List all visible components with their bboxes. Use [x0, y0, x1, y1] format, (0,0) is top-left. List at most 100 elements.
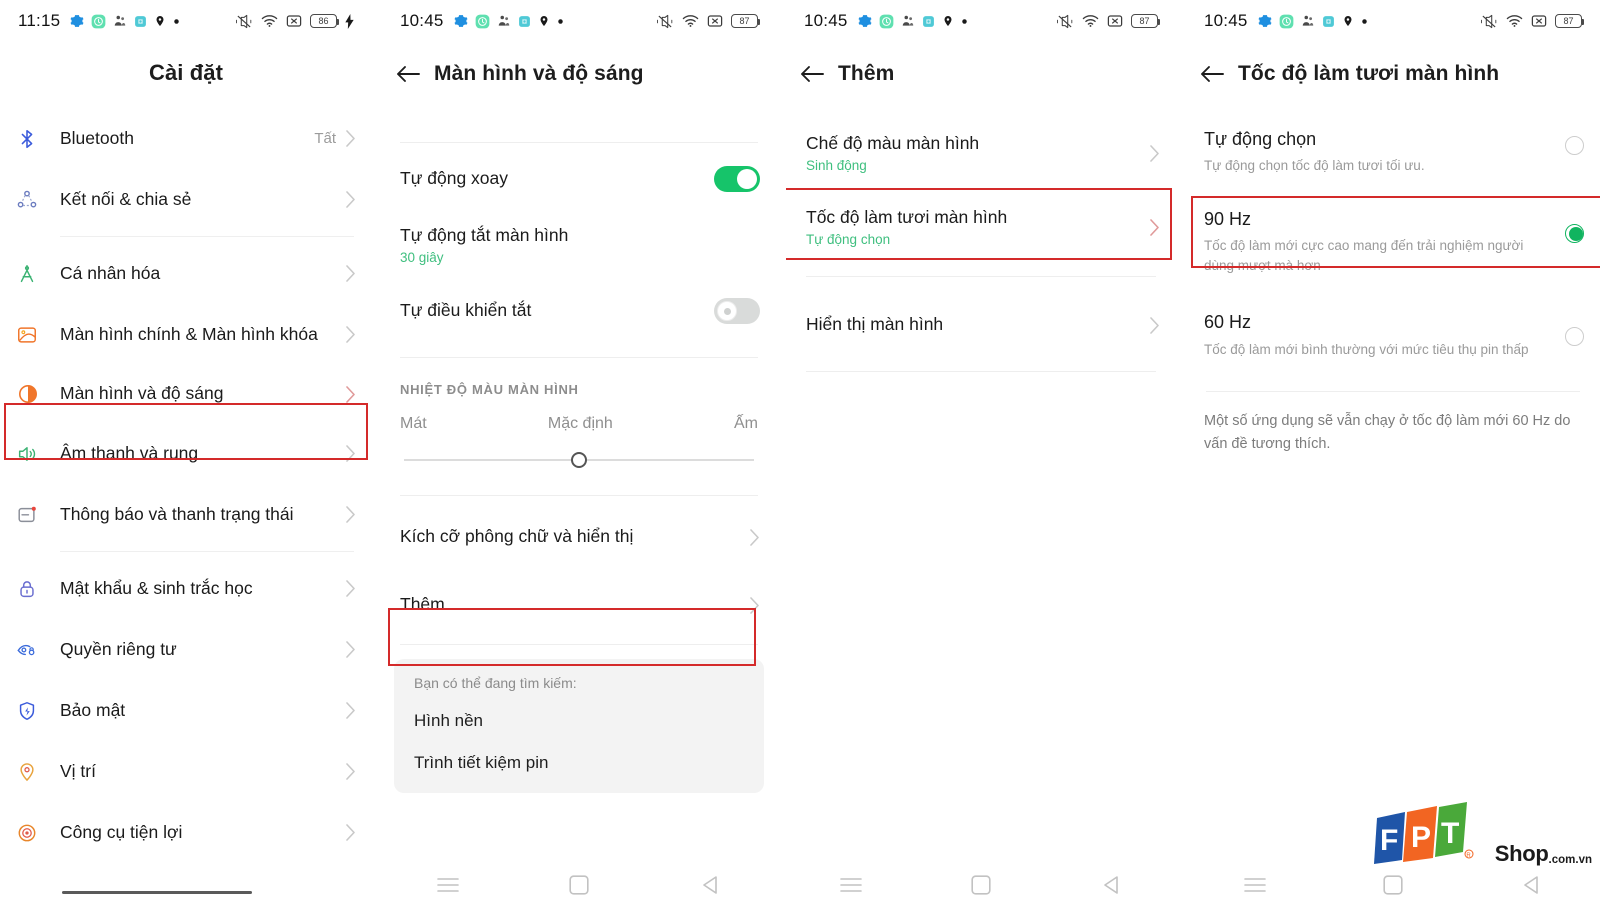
sidebar-item-personalization[interactable]: Cá nhân hóa — [0, 243, 372, 304]
battery-level: 87 — [739, 16, 750, 26]
option-desc: Tự động chọn tốc độ làm tươi tối ưu. — [1204, 158, 1425, 174]
bluetooth-value: Tất — [314, 130, 336, 147]
recents-button[interactable] — [418, 865, 478, 905]
radio-60hz[interactable] — [1565, 327, 1584, 347]
mute-icon — [1480, 14, 1498, 29]
scroll-indicator[interactable] — [62, 891, 252, 894]
recents-button[interactable] — [821, 865, 881, 905]
status-left-icons — [1258, 14, 1368, 29]
slider-label-default: Mặc định — [547, 415, 613, 432]
sidebar-item-privacy[interactable]: Quyền riêng tư — [0, 619, 372, 680]
svg-text:R: R — [1466, 853, 1471, 859]
privacy-eye-icon — [16, 639, 60, 661]
option-title: 90 Hz — [1204, 208, 1252, 229]
row-screen-color-mode[interactable]: Chế độ màu màn hình Sinh động — [786, 116, 1176, 190]
row-auto-off[interactable]: Tự điều khiển tắt — [382, 279, 776, 343]
slider-label-warm: Ấm — [734, 415, 758, 432]
back-nav-button[interactable] — [680, 865, 740, 905]
color-temp-slider[interactable] — [404, 451, 754, 469]
option-60hz[interactable]: 60 Hz Tốc độ làm mới bình thường với mức… — [1186, 293, 1600, 373]
row-auto-rotate[interactable]: Tự động xoay — [382, 147, 776, 211]
back-button[interactable] — [786, 64, 838, 84]
no-sim-icon — [1107, 14, 1123, 28]
auto-off-toggle[interactable] — [714, 298, 760, 324]
home-button[interactable] — [549, 865, 609, 905]
status-right-icons: 87 — [1480, 14, 1584, 29]
divider — [806, 276, 1156, 277]
sidebar-item-notifications-statusbar[interactable]: Thông báo và thanh trạng thái — [0, 484, 372, 545]
battery-level: 87 — [1563, 16, 1574, 26]
recents-button[interactable] — [1225, 865, 1285, 905]
row-label: Chế độ màu màn hình — [806, 133, 980, 154]
notification-icon — [16, 504, 60, 526]
row-font-size-display[interactable]: Kích cỡ phông chữ và hiển thị — [382, 500, 776, 574]
chevron-right-icon — [346, 130, 356, 147]
location-pin-icon — [942, 14, 954, 28]
status-bar-panel4: 10:45 87 — [1186, 0, 1600, 42]
chevron-right-icon — [346, 326, 356, 343]
auto-rotate-toggle[interactable] — [714, 166, 760, 192]
chevron-right-icon — [750, 596, 760, 614]
back-button[interactable] — [382, 64, 434, 84]
svg-text:T: T — [1441, 817, 1459, 850]
row-more[interactable]: Thêm — [382, 574, 776, 636]
sidebar-item-security[interactable]: Bảo mật — [0, 680, 372, 741]
back-nav-button[interactable] — [1081, 865, 1141, 905]
row-subtext: 30 giây — [400, 249, 444, 265]
sidebar-item-convenience-tools[interactable]: Công cụ tiện lợi — [0, 802, 372, 863]
slider-label-cool: Mát — [400, 415, 427, 432]
status-bar-panel3: 10:45 87 — [786, 0, 1176, 42]
settings-list: Bluetooth Tất Kết nối & chia sẻ Cá nhân … — [0, 108, 372, 863]
row-label: Hiển thị màn hình — [806, 314, 944, 335]
option-auto-select[interactable]: Tự động chọn Tự động chọn tốc độ làm tươ… — [1186, 114, 1600, 190]
svg-text:F: F — [1380, 824, 1398, 857]
row-screen-timeout[interactable]: Tự động tắt màn hình 30 giây — [382, 211, 776, 279]
gear-icon — [70, 14, 84, 28]
divider — [60, 551, 354, 552]
no-sim-icon — [707, 14, 723, 28]
suggestion-item-wallpaper[interactable]: Hình nền — [414, 711, 744, 731]
sidebar-item-connection-share[interactable]: Kết nối & chia sẻ — [0, 169, 372, 230]
page-title: Màn hình và độ sáng — [434, 62, 644, 85]
system-navbar-panel3 — [786, 858, 1176, 912]
sidebar-item-password-biometrics[interactable]: Mật khẩu & sinh trắc học — [0, 558, 372, 619]
no-sim-icon — [1531, 14, 1547, 28]
item-label: Âm thanh và rung — [60, 442, 199, 463]
row-screen-refresh-rate[interactable]: Tốc độ làm tươi màn hình Tự động chọn — [786, 190, 1176, 264]
option-desc: Tốc độ làm mới bình thường với mức tiêu … — [1204, 341, 1529, 357]
home-button[interactable] — [951, 865, 1011, 905]
sidebar-item-sound-vibration[interactable]: Âm thanh và rung — [0, 423, 372, 484]
screenshot-collage: 11:15 86 Cài đặt Bluetooth Tất Kết nối &… — [0, 0, 1600, 912]
chevron-right-icon — [346, 506, 356, 523]
back-button[interactable] — [1186, 64, 1238, 84]
panel-gap — [1176, 0, 1186, 912]
sidebar-item-bluetooth[interactable]: Bluetooth Tất — [0, 108, 372, 169]
row-screen-display[interactable]: Hiển thị màn hình — [786, 289, 1176, 361]
sidebar-item-location[interactable]: Vị trí — [0, 741, 372, 802]
panel1-title-bar: Cài đặt — [0, 42, 372, 98]
sidebar-item-home-lock-screen[interactable]: Màn hình chính & Màn hình khóa — [0, 304, 372, 365]
chevron-right-icon — [346, 702, 356, 719]
divider — [60, 236, 354, 237]
option-title: 60 Hz — [1204, 312, 1252, 333]
bluetooth-icon — [16, 128, 60, 150]
panel2-title-bar: Màn hình và độ sáng — [382, 42, 776, 98]
slider-thumb[interactable] — [571, 452, 587, 468]
option-90hz[interactable]: 90 Hz Tốc độ làm mới cực cao mang đến tr… — [1186, 190, 1600, 294]
panel-refresh-rate: 10:45 87 Tốc độ làm tươi màn hình Tự độn… — [1186, 0, 1600, 912]
fpt-logo-icon: F P T R — [1373, 802, 1474, 864]
sidebar-item-display-brightness[interactable]: Màn hình và độ sáng — [0, 365, 372, 423]
gear-icon — [454, 14, 468, 28]
chevron-right-icon — [346, 641, 356, 658]
panel3-title-bar: Thêm — [786, 42, 1176, 98]
radio-90hz[interactable] — [1565, 223, 1584, 243]
gear-icon — [858, 14, 872, 28]
suggestion-item-battery-saver[interactable]: Trình tiết kiệm pin — [414, 753, 744, 773]
radio-auto-select[interactable] — [1565, 136, 1584, 155]
status-right-icons: 87 — [1056, 14, 1160, 29]
page-title: Thêm — [838, 62, 895, 85]
shield-icon — [16, 700, 60, 722]
dot-icon — [557, 18, 564, 25]
mute-icon — [656, 14, 674, 29]
compatibility-note: Một số ứng dụng sẽ vẫn chạy ở tốc độ làm… — [1204, 413, 1571, 452]
